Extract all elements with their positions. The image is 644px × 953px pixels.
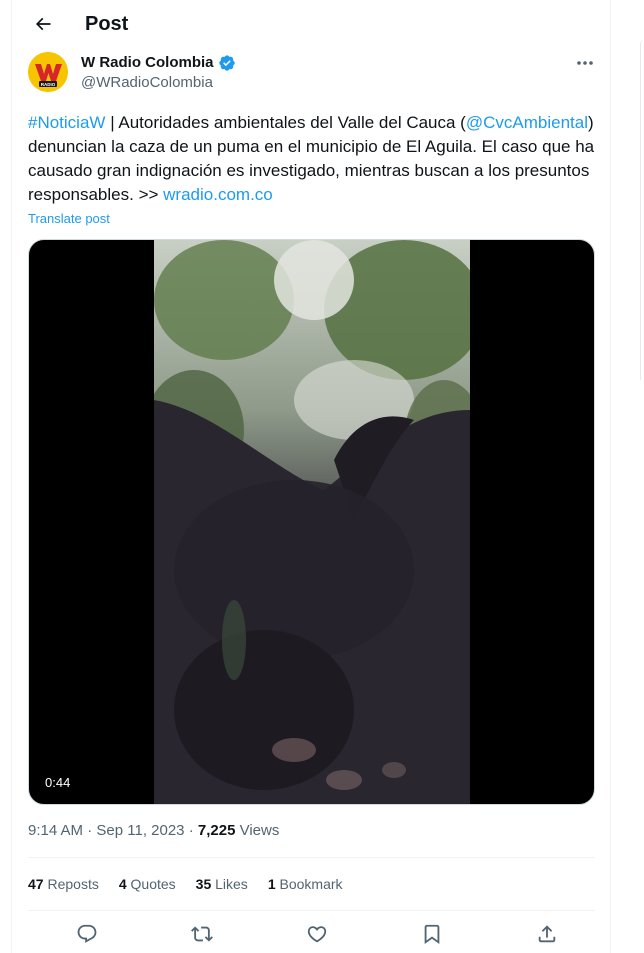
post-column: Post RADIO W Radio Colombia @WRadioColom… <box>11 0 611 953</box>
avatar[interactable]: RADIO <box>28 52 68 92</box>
verified-badge-icon <box>218 55 235 71</box>
tweet-text: #NoticiaW | Autoridades ambientales del … <box>28 111 603 207</box>
meta-separator: · <box>188 822 194 839</box>
divider <box>28 857 595 858</box>
post-date[interactable]: Sep 11, 2023 <box>96 822 184 839</box>
bookmarks-count: 1 <box>267 876 276 892</box>
meta-separator: · <box>87 822 93 839</box>
url-link[interactable]: wradio.com.co <box>163 185 273 204</box>
reply-button[interactable] <box>72 920 102 948</box>
quotes-count: 4 <box>118 876 127 892</box>
divider <box>28 910 595 911</box>
video-player[interactable]: 0:44 <box>28 239 595 805</box>
repost-icon <box>191 926 213 942</box>
top-bar: Post <box>12 0 612 48</box>
mention-link[interactable]: @CvcAmbiental <box>466 113 588 132</box>
likes-label: Likes <box>215 876 248 892</box>
likes-count: 35 <box>195 876 212 892</box>
back-button[interactable] <box>26 7 60 41</box>
w-radio-logo-icon: RADIO <box>28 52 68 92</box>
video-thumbnail <box>154 240 470 804</box>
translate-post-link[interactable]: Translate post <box>28 211 110 227</box>
page-title: Post <box>85 13 129 35</box>
repost-button[interactable] <box>187 920 217 948</box>
quotes-label: Quotes <box>130 876 176 892</box>
svg-text:RADIO: RADIO <box>41 82 56 87</box>
share-icon <box>538 925 556 943</box>
bookmark-icon <box>424 924 440 945</box>
bookmarks-label: Bookmark <box>279 876 343 892</box>
quotes-stat[interactable]: 4 Quotes <box>119 874 176 894</box>
like-button[interactable] <box>302 920 332 948</box>
hashtag-link[interactable]: #NoticiaW <box>28 113 105 132</box>
likes-stat[interactable]: 35 Likes <box>196 874 248 894</box>
arrow-left-icon <box>35 17 51 31</box>
reply-icon <box>77 924 97 943</box>
bookmarks-stat[interactable]: 1 Bookmark <box>268 874 343 894</box>
like-icon <box>307 926 327 943</box>
author-name[interactable]: W Radio Colombia <box>81 54 236 72</box>
share-button[interactable] <box>532 920 562 948</box>
author-name-text: W Radio Colombia <box>81 54 214 71</box>
action-bar <box>72 920 562 948</box>
reposts-count: 47 <box>28 876 44 892</box>
views-count: 7,225 <box>197 822 236 839</box>
reposts-stat[interactable]: 47 Reposts <box>28 874 99 894</box>
author-handle[interactable]: @WRadioColombia <box>81 74 213 92</box>
adjacent-panel-edge <box>640 40 644 380</box>
video-duration: 0:44 <box>39 774 77 792</box>
post-meta: 9:14 AM · Sep 11, 2023 · 7,225 Views <box>28 821 279 841</box>
more-dots-icon <box>577 61 593 65</box>
engagement-stats: 47 Reposts 4 Quotes 35 Likes 1 Bookmark <box>28 874 343 894</box>
bookmark-button[interactable] <box>417 920 447 948</box>
more-options-button[interactable] <box>570 52 600 74</box>
views-label: Views <box>239 822 280 839</box>
post-time[interactable]: 9:14 AM <box>28 822 83 839</box>
tweet-text-part: | Autoridades ambientales del Valle del … <box>105 113 466 132</box>
reposts-label: Reposts <box>47 876 99 892</box>
